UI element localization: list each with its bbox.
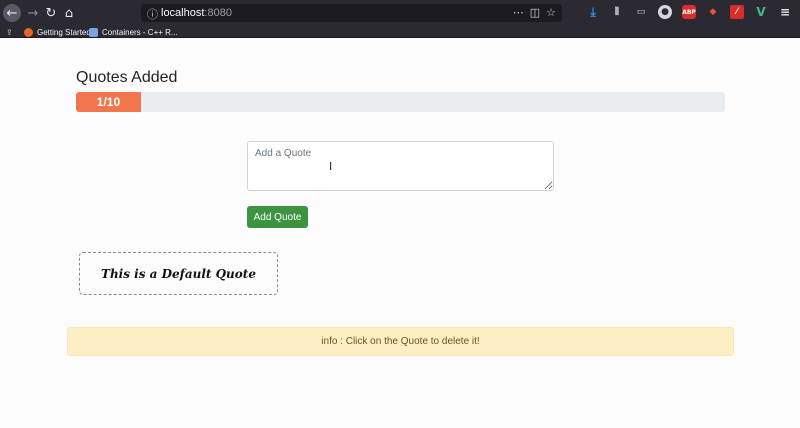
bookmark-label: Containers - C++ R...	[102, 27, 178, 37]
menu-icon[interactable]: ≡	[778, 5, 792, 19]
info-alert: info : Click on the Quote to delete it!	[67, 327, 734, 356]
pocket-icon[interactable]: ◫	[530, 6, 540, 19]
url-text: localhost:8080	[161, 7, 232, 19]
reload-button[interactable]: ↻	[42, 4, 60, 22]
bookmark-containers[interactable]: Containers - C++ R...	[89, 26, 178, 38]
home-icon: ⌂	[64, 5, 74, 21]
vue-devtools-icon[interactable]: V	[754, 5, 768, 19]
browser-toolbar: ← → ↻ ⌂ ⓘ localhost:8080 ⋯ ◫ ☆ ⤓ ⫼ ▭ ● A…	[0, 0, 800, 26]
reload-icon: ↻	[45, 5, 57, 21]
page-actions-icon[interactable]: ⋯	[513, 6, 524, 19]
cloud-icon	[89, 27, 98, 37]
download-icon[interactable]: ⤓	[586, 5, 600, 19]
bookmarks-toolbar: ⇪ Getting Started Containers - C++ R...	[0, 26, 800, 38]
library-icon[interactable]: ⫼	[610, 5, 624, 19]
back-button[interactable]: ←	[3, 4, 21, 22]
url-host: localhost	[161, 7, 205, 19]
progress-fill: 1/10	[76, 92, 141, 112]
arrow-left-icon: ←	[6, 5, 18, 21]
adblock-icon[interactable]: ABP	[682, 5, 696, 19]
shield-icon[interactable]: ◆	[706, 5, 720, 19]
forward-button[interactable]: →	[24, 4, 42, 22]
bookmark-label: Getting Started	[37, 27, 91, 37]
bookmark-star-icon[interactable]: ☆	[546, 6, 556, 19]
quotes-progress-bar: 1/10	[76, 92, 725, 112]
import-bookmarks-icon[interactable]: ⇪	[6, 26, 13, 38]
arrow-right-icon: →	[27, 5, 39, 21]
quote-input[interactable]	[247, 141, 554, 191]
red-extension-icon[interactable]: ⁄	[730, 5, 744, 19]
url-port: :8080	[204, 7, 232, 19]
firefox-icon	[24, 27, 33, 37]
home-button[interactable]: ⌂	[60, 4, 78, 22]
reader-icon[interactable]: ▭	[634, 5, 648, 19]
add-quote-button[interactable]: Add Quote	[247, 206, 308, 228]
page-title: Quotes Added	[76, 69, 178, 86]
bookmark-getting-started[interactable]: Getting Started	[24, 26, 91, 38]
url-bar[interactable]: ⓘ localhost:8080 ⋯ ◫ ☆	[141, 4, 562, 22]
info-icon: ⓘ	[147, 8, 158, 21]
profile-icon[interactable]: ●	[658, 5, 672, 19]
quote-card[interactable]: This is a Default Quote	[79, 252, 278, 295]
